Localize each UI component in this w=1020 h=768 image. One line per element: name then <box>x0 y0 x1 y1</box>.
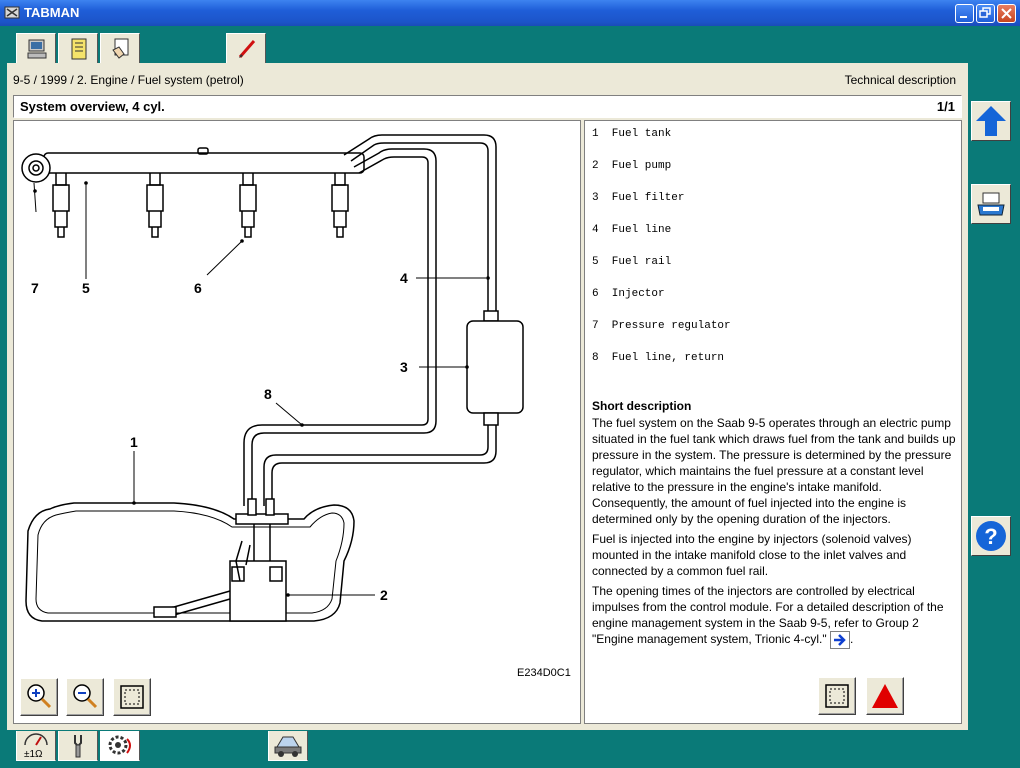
tab-car-tool[interactable] <box>268 731 308 761</box>
description-paragraph: The opening times of the injectors are c… <box>592 583 956 649</box>
legend-item: 7 Pressure regulator <box>592 320 731 332</box>
svg-text:?: ? <box>984 524 997 549</box>
zoom-out-button[interactable] <box>66 678 104 716</box>
tab-document[interactable] <box>100 33 140 63</box>
car-tool-icon <box>274 736 302 757</box>
fuel-system-diagram: 1 2 3 4 5 6 7 8 <box>21 134 524 622</box>
callout-1: 1 <box>130 434 138 450</box>
warning-triangle-icon <box>872 684 898 708</box>
callout-7: 7 <box>31 280 39 296</box>
restore-icon <box>979 7 991 18</box>
zoom-out-icon <box>73 684 98 709</box>
callout-8: 8 <box>264 386 272 402</box>
zoom-in-button[interactable] <box>20 678 58 716</box>
callout-5: 5 <box>82 280 90 296</box>
up-arrow-icon <box>976 106 1006 136</box>
page-up-button[interactable] <box>971 101 1011 141</box>
print-button[interactable] <box>971 184 1011 224</box>
meter-icon: ±1Ω <box>24 733 48 760</box>
tab-meter[interactable]: ±1Ω <box>16 731 56 761</box>
description-paragraph: The fuel system on the Saab 9-5 operates… <box>592 416 956 526</box>
tab-computer[interactable] <box>16 33 56 63</box>
callout-2: 2 <box>380 587 388 603</box>
warning-button[interactable] <box>866 677 904 715</box>
arrow-right-icon <box>833 634 846 646</box>
page-title: System overview, 4 cyl. <box>20 99 165 114</box>
legend-item: 1 Fuel tank <box>592 128 672 140</box>
notebook-icon <box>71 38 87 60</box>
description-text: The opening times of the injectors are c… <box>592 584 944 647</box>
callout-6: 6 <box>194 280 202 296</box>
computer-icon <box>27 39 47 59</box>
short-description: The fuel system on the Saab 9-5 operates… <box>592 415 956 653</box>
help-icon: ? <box>976 521 1006 551</box>
tab-edit[interactable] <box>226 33 266 63</box>
restore-button[interactable] <box>976 4 995 23</box>
help-button[interactable]: ? <box>971 516 1011 556</box>
legend-item: 8 Fuel line, return <box>592 352 725 364</box>
fit-icon <box>825 684 849 708</box>
printer-icon <box>977 192 1005 216</box>
description-text: Fuel is injected into the engine by inje… <box>592 532 912 578</box>
zoom-in-icon <box>27 684 52 709</box>
pencil-icon <box>238 40 256 58</box>
gear-circuit-icon <box>108 735 131 755</box>
legend-item: 4 Fuel line <box>592 224 672 236</box>
fit-view-button[interactable] <box>113 678 151 716</box>
wrench-icon <box>74 735 82 758</box>
close-button[interactable] <box>997 4 1016 23</box>
legend-item: 6 Injector <box>592 288 665 300</box>
tab-gear[interactable] <box>100 731 140 761</box>
callout-3: 3 <box>400 359 408 375</box>
legend-item: 5 Fuel rail <box>592 256 672 268</box>
callout-4: 4 <box>400 270 408 286</box>
figure-code: E234D0C1 <box>517 667 571 679</box>
injectors-shape <box>52 173 349 238</box>
minimize-button[interactable] <box>955 4 974 23</box>
tab-wrench[interactable] <box>58 731 98 761</box>
pressure-regulator-shape <box>21 153 51 183</box>
description-paragraph: Fuel is injected into the engine by inje… <box>592 531 956 579</box>
legend-item: 3 Fuel filter <box>592 192 685 204</box>
figure-pane: 1 2 3 4 5 6 7 8 <box>13 120 581 724</box>
short-description-title: Short description <box>592 399 692 413</box>
window-title: TABMAN <box>24 5 80 20</box>
hand-document-icon <box>112 38 129 59</box>
fuel-tank-shape <box>25 502 355 622</box>
tab-notebook[interactable] <box>58 33 98 63</box>
reference-link-button[interactable] <box>829 631 850 649</box>
top-tab-strip <box>0 26 1020 63</box>
breadcrumb: 9-5 / 1999 / 2. Engine / Fuel system (pe… <box>13 73 244 87</box>
svg-text:±1Ω: ±1Ω <box>24 749 43 759</box>
description-end: . <box>849 632 854 647</box>
fuel-filter-shape <box>466 320 524 414</box>
title-bar: TABMAN <box>0 0 1020 26</box>
legend-list: 1 Fuel tank 2 Fuel pump 3 Fuel filter 4 … <box>592 128 731 384</box>
document-type: Technical description <box>844 73 956 87</box>
page-number: 1/1 <box>936 99 955 114</box>
legend-item: 2 Fuel pump <box>592 160 672 172</box>
fit-icon <box>120 685 144 709</box>
minimize-icon <box>960 16 967 18</box>
page-header: System overview, 4 cyl. 1/1 <box>13 95 962 118</box>
fuel-rail-shape <box>43 152 365 174</box>
close-icon <box>1001 8 1012 19</box>
fit-text-button[interactable] <box>818 677 856 715</box>
app-icon <box>4 6 20 19</box>
